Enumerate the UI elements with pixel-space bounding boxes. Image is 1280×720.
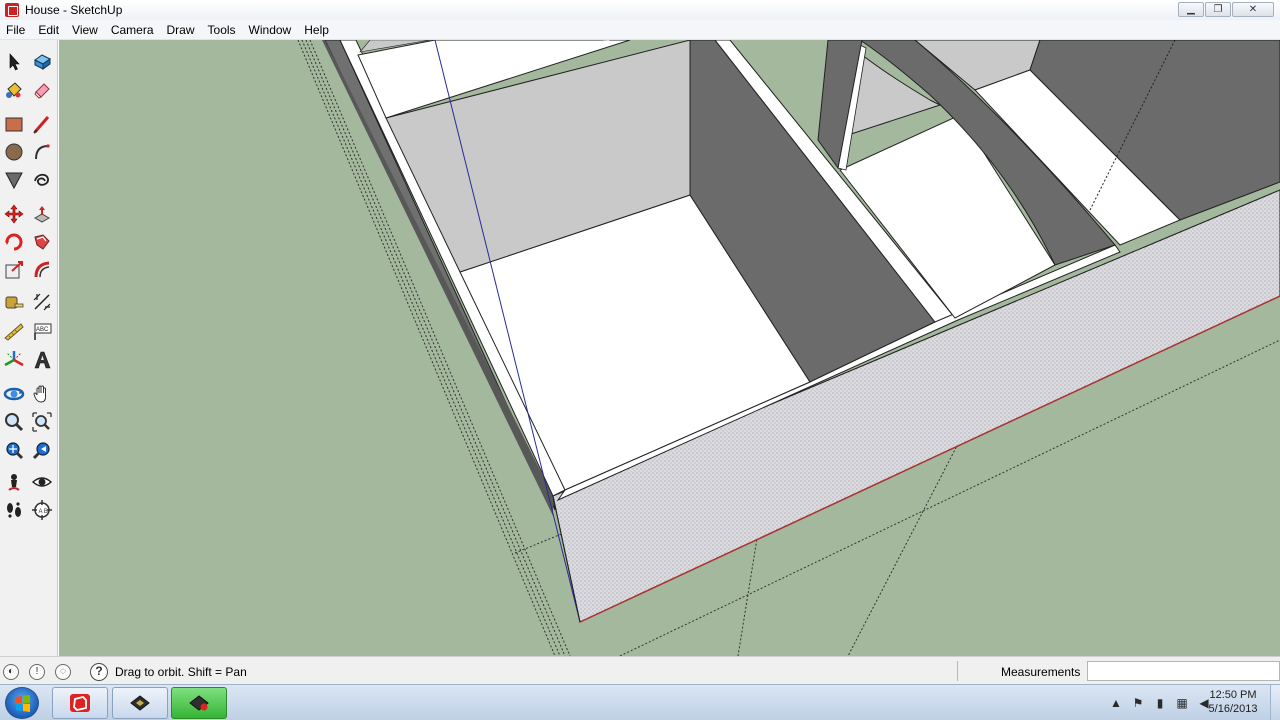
pan-tool-icon[interactable] [29,381,55,407]
taskbar-sketchup[interactable] [52,687,108,719]
position-camera-tool-icon[interactable] [1,469,27,495]
select-tool-icon[interactable] [1,49,27,75]
scale-tool-icon[interactable] [1,257,27,283]
action-center-flag-icon[interactable]: ⚑ [1130,696,1146,710]
taskbar-recorder[interactable] [171,687,227,719]
house-model-drawing [59,40,1280,656]
move-tool-icon[interactable] [1,201,27,227]
svg-text:ABC: ABC [36,327,49,333]
clock-date: 5/16/2013 [1208,703,1258,715]
show-hidden-icons-icon[interactable]: ▲ [1108,696,1124,710]
previous-view-tool-icon[interactable] [29,437,55,463]
layout-icon [130,695,150,711]
zoom-extents-tool-icon[interactable] [1,437,27,463]
credits-icon[interactable]: ! [29,664,45,680]
protractor-tool-icon[interactable] [1,319,27,345]
menu-draw[interactable]: Draw [161,23,202,37]
geo-location-icon[interactable]: ◐ [3,664,19,680]
power-icon[interactable]: ▮ [1152,696,1168,710]
menu-window[interactable]: Window [243,23,299,37]
sketchup-icon [70,694,90,712]
rotate-tool-icon[interactable] [1,229,27,255]
section-plane-tool-icon[interactable]: A B [29,497,55,523]
walk-tool-icon[interactable] [1,497,27,523]
measurements-box[interactable] [1087,661,1280,681]
zoom-window-tool-icon[interactable] [29,409,55,435]
zoom-tool-icon[interactable] [1,409,27,435]
eraser-tool-icon[interactable] [29,77,55,103]
menu-camera[interactable]: Camera [105,23,161,37]
system-tray: ▲ ⚑ ▮ ▦ ◀ [1108,685,1212,720]
menu-bar: File Edit View Camera Draw Tools Window … [0,20,1280,40]
clock-time: 12:50 PM [1209,689,1257,701]
orbit-tool-icon[interactable] [1,381,27,407]
window-title: House - SketchUp [25,3,123,17]
tape-measure-tool-icon[interactable] [1,289,27,315]
menu-edit[interactable]: Edit [32,23,66,37]
sketchup-app-icon[interactable] [5,3,19,17]
make-component-tool-icon[interactable] [29,49,55,75]
3d-text-tool-icon[interactable] [29,347,55,373]
status-message: Drag to orbit. Shift = Pan [115,665,247,679]
minimize-button[interactable]: ▁ [1178,2,1204,17]
text-tool-icon[interactable]: ABC [29,319,55,345]
menu-tools[interactable]: Tools [202,23,243,37]
title-bar: House - SketchUp ▁ ❐ ✕ [0,0,1280,20]
help-icon[interactable]: ? [90,663,108,681]
window-controls: ▁ ❐ ✕ [1178,2,1274,17]
large-tool-set: ABC A B [0,40,58,656]
model-viewport[interactable] [59,40,1280,656]
windows-taskbar: ▲ ⚑ ▮ ▦ ◀ 12:50 PM 5/16/2013 [0,684,1280,720]
screen-recorder-icon [189,695,209,711]
status-divider [957,661,958,681]
sketchup-window: House - SketchUp ▁ ❐ ✕ File Edit View Ca… [0,0,1280,720]
menu-view[interactable]: View [66,23,105,37]
rectangle-tool-icon[interactable] [1,111,27,137]
windows-logo-icon [16,695,30,712]
look-around-tool-icon[interactable] [29,469,55,495]
paint-bucket-tool-icon[interactable] [1,77,27,103]
start-button[interactable] [5,687,39,719]
circle-tool-icon[interactable] [1,139,27,165]
freehand-tool-icon[interactable] [29,167,55,193]
arc-tool-icon[interactable] [29,139,55,165]
network-icon[interactable]: ▦ [1174,696,1190,710]
status-bar: ◐ ! ◌ ? Drag to orbit. Shift = Pan Measu… [0,656,1280,684]
svg-text:A B: A B [39,509,48,515]
axes-tool-icon[interactable] [1,347,27,373]
taskbar-clock[interactable]: 12:50 PM 5/16/2013 [1200,688,1266,716]
dimension-tool-icon[interactable] [29,289,55,315]
menu-help[interactable]: Help [298,23,336,37]
polygon-tool-icon[interactable] [1,167,27,193]
close-button[interactable]: ✕ [1232,2,1274,17]
menu-file[interactable]: File [0,23,32,37]
user-icon[interactable]: ◌ [55,664,71,680]
push-pull-tool-icon[interactable] [29,201,55,227]
maximize-button[interactable]: ❐ [1205,2,1231,17]
measurements-label: Measurements [1001,665,1081,679]
offset-tool-icon[interactable] [29,257,55,283]
follow-me-tool-icon[interactable] [29,229,55,255]
show-desktop-button[interactable] [1270,685,1280,720]
line-tool-icon[interactable] [29,111,55,137]
taskbar-layout[interactable] [112,687,168,719]
